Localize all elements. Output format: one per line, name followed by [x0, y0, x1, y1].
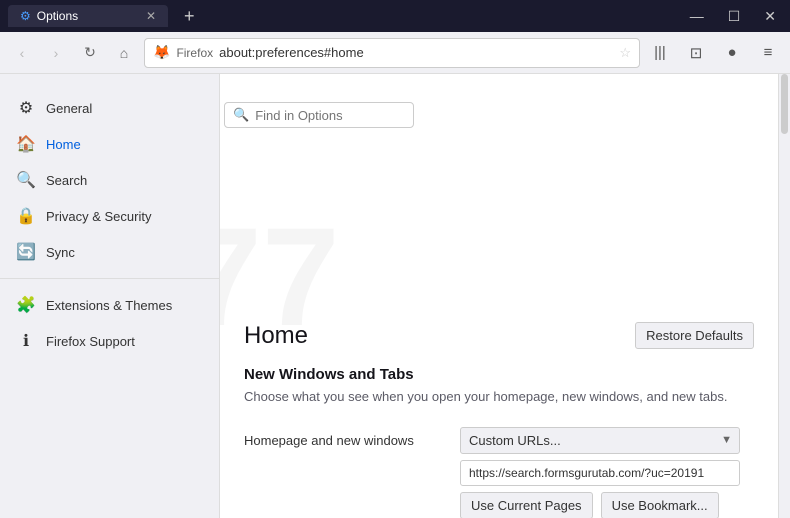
sidebar-item-general-label: General	[46, 101, 92, 116]
sidebar-item-privacy-label: Privacy & Security	[46, 209, 151, 224]
home-button[interactable]: ⌂	[110, 39, 138, 67]
sidebar: ⚙ General 🏠 Home 🔍 Search 🔒 Privacy & Se…	[0, 74, 220, 518]
browser-label: Firefox	[176, 46, 213, 60]
url-display: about:preferences#home	[219, 45, 613, 60]
lock-icon: 🔒	[16, 206, 36, 226]
navbar: ‹ › ↻ ⌂ 🦊 Firefox about:preferences#home…	[0, 32, 790, 74]
scrollbar[interactable]	[778, 74, 790, 518]
sync-icon: 🔄	[16, 242, 36, 262]
content-area: 🔍 77 Restore Defaults Home New Windows a…	[220, 74, 778, 518]
sidebar-item-home-label: Home	[46, 137, 81, 152]
sidebar-item-home[interactable]: 🏠 Home	[0, 126, 219, 162]
use-bookmark-button[interactable]: Use Bookmark...	[601, 492, 719, 518]
window-controls: — ☐ ✕	[684, 6, 782, 27]
sidebar-item-sync-label: Sync	[46, 245, 75, 260]
gear-icon: ⚙	[16, 98, 36, 118]
find-in-options-input[interactable]	[255, 108, 405, 123]
sidebar-item-privacy[interactable]: 🔒 Privacy & Security	[0, 198, 219, 234]
use-current-pages-button[interactable]: Use Current Pages	[460, 492, 593, 518]
nav-right-icons: ||| ⊡ ● ≡	[646, 39, 782, 67]
new-windows-section: New Windows and Tabs Choose what you see…	[244, 366, 754, 518]
homepage-controls: Custom URLs... ▼ Use Current Pages Use B…	[460, 427, 754, 518]
homepage-select[interactable]: Custom URLs...	[460, 427, 740, 454]
maximize-button[interactable]: ☐	[722, 6, 747, 27]
synced-tabs-icon[interactable]: ⊡	[682, 39, 710, 67]
sidebar-item-search-label: Search	[46, 173, 87, 188]
restore-defaults-button[interactable]: Restore Defaults	[635, 322, 754, 349]
menu-icon[interactable]: ≡	[754, 39, 782, 67]
homepage-row: Homepage and new windows Custom URLs... …	[244, 427, 754, 518]
find-search-icon: 🔍	[233, 107, 249, 123]
sidebar-item-extensions[interactable]: 🧩 Extensions & Themes	[0, 287, 219, 323]
sidebar-item-support[interactable]: ℹ Firefox Support	[0, 323, 219, 359]
find-in-options-bar: 🔍	[224, 102, 414, 128]
main-container: ⚙ General 🏠 Home 🔍 Search 🔒 Privacy & Se…	[0, 74, 790, 518]
sidebar-item-search[interactable]: 🔍 Search	[0, 162, 219, 198]
tab-close-icon[interactable]: ✕	[146, 9, 156, 23]
new-tab-button[interactable]: +	[184, 6, 195, 27]
sidebar-item-support-label: Firefox Support	[46, 334, 135, 349]
minimize-button[interactable]: —	[684, 6, 710, 27]
sidebar-divider	[0, 278, 219, 279]
firefox-icon: 🦊	[153, 44, 170, 61]
sidebar-item-extensions-label: Extensions & Themes	[46, 298, 172, 313]
scrollbar-thumb[interactable]	[781, 74, 788, 134]
page-header: Restore Defaults Home	[244, 314, 754, 362]
bookmark-star-icon[interactable]: ☆	[619, 45, 631, 61]
forward-button[interactable]: ›	[42, 39, 70, 67]
support-icon: ℹ	[16, 331, 36, 351]
account-icon[interactable]: ●	[718, 39, 746, 67]
tab-settings-icon: ⚙	[20, 9, 31, 23]
library-icon[interactable]: |||	[646, 39, 674, 67]
homepage-url-input[interactable]	[460, 460, 740, 486]
back-button[interactable]: ‹	[8, 39, 36, 67]
search-icon: 🔍	[16, 170, 36, 190]
reload-button[interactable]: ↻	[76, 39, 104, 67]
tab-label: Options	[37, 9, 78, 23]
homepage-label: Homepage and new windows	[244, 427, 444, 448]
close-button[interactable]: ✕	[758, 6, 782, 27]
home-icon: 🏠	[16, 134, 36, 154]
address-bar[interactable]: 🦊 Firefox about:preferences#home ☆	[144, 38, 640, 68]
sidebar-item-sync[interactable]: 🔄 Sync	[0, 234, 219, 270]
homepage-select-wrapper: Custom URLs... ▼	[460, 427, 740, 454]
section1-title: New Windows and Tabs	[244, 366, 754, 383]
extensions-icon: 🧩	[16, 295, 36, 315]
titlebar: ⚙ Options ✕ + — ☐ ✕	[0, 0, 790, 32]
section1-desc: Choose what you see when you open your h…	[244, 387, 754, 407]
sidebar-item-general[interactable]: ⚙ General	[0, 90, 219, 126]
browser-tab[interactable]: ⚙ Options ✕	[8, 5, 168, 27]
homepage-btn-row: Use Current Pages Use Bookmark...	[460, 492, 754, 518]
